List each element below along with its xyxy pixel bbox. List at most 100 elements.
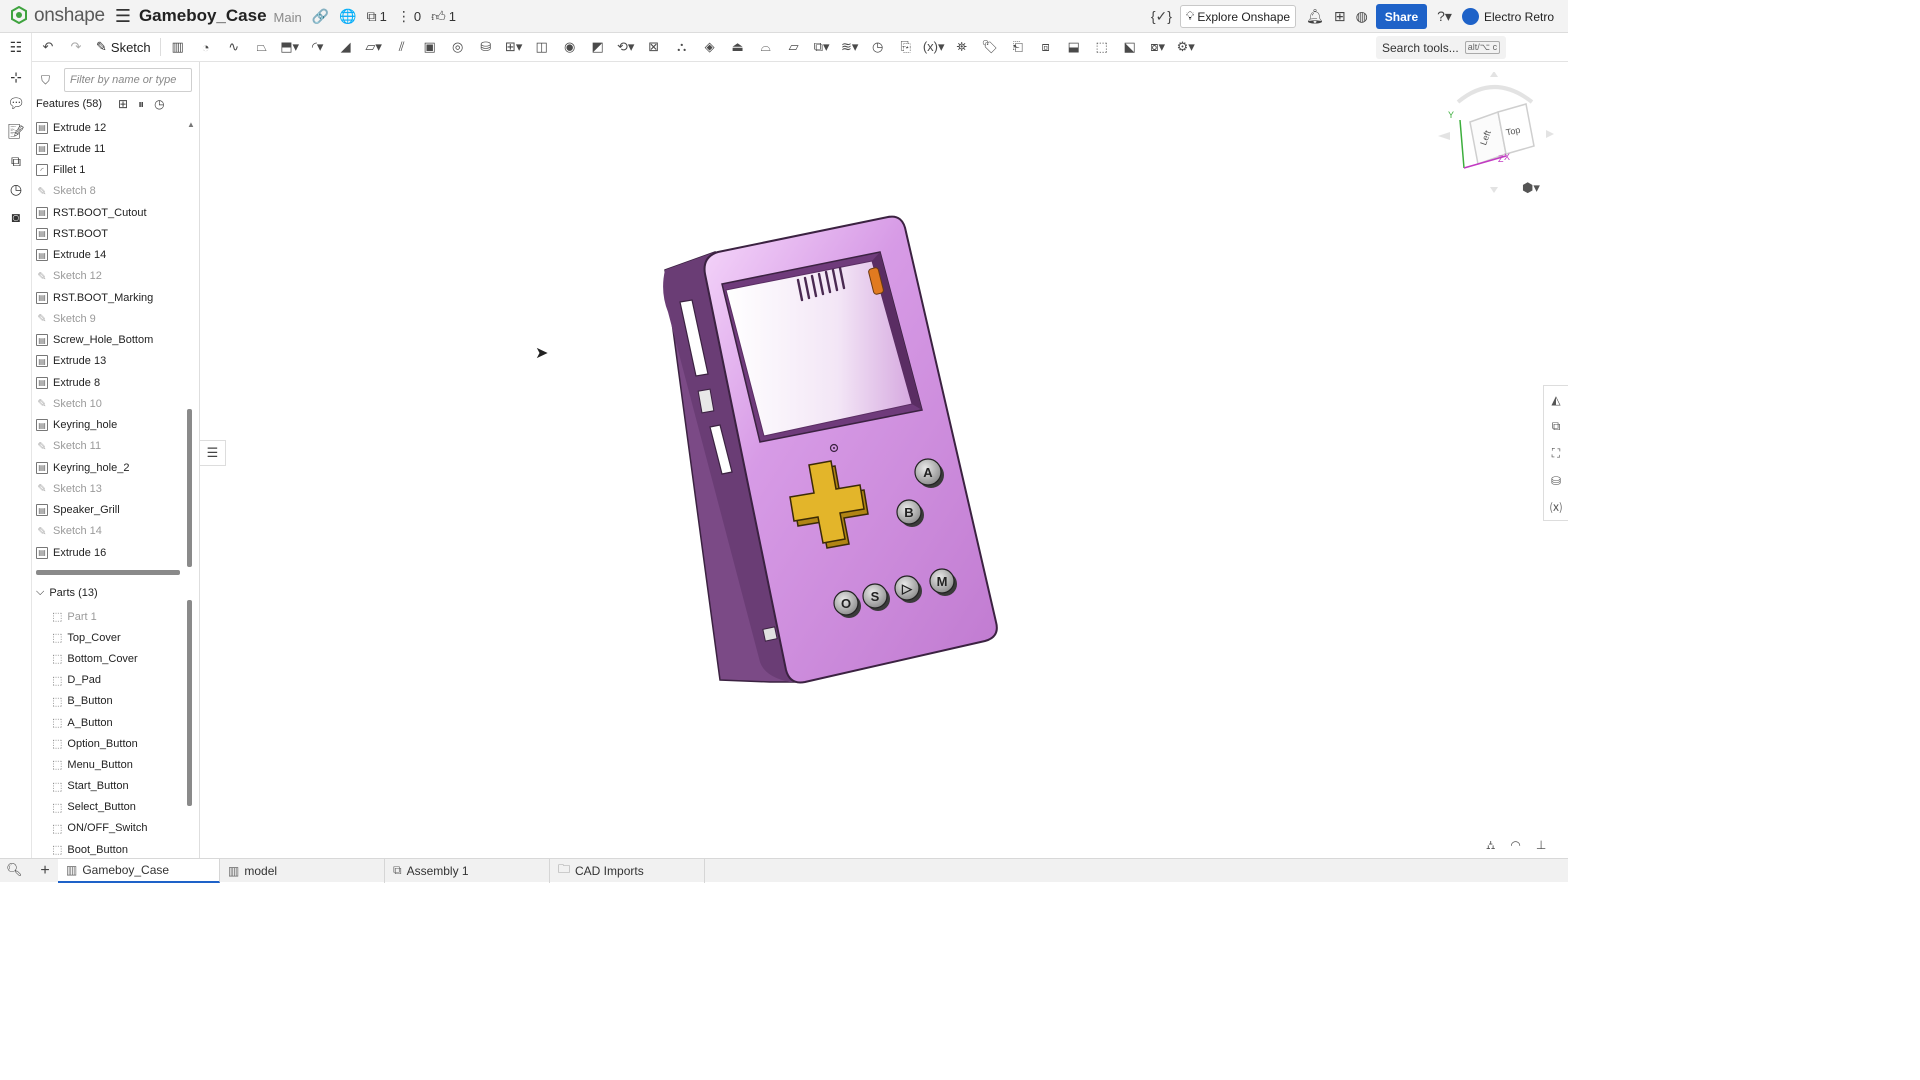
scroll-up-arrow[interactable]: ▲	[187, 120, 195, 129]
render-mode-icon[interactable]: ◠	[1510, 838, 1520, 854]
flange-icon[interactable]: ⬓	[1060, 35, 1088, 59]
replace-face-icon[interactable]: ◈	[696, 35, 724, 59]
mate-connector-icon[interactable]: ⧉▾	[808, 35, 836, 59]
timer-icon[interactable]: ◷	[154, 97, 164, 112]
configurations-icon[interactable]: ⛯	[948, 35, 976, 59]
feature-item[interactable]: ▤ Keyring_hole_2	[36, 457, 186, 478]
frame-icon[interactable]: ⧈	[1032, 35, 1060, 59]
versions-button[interactable]: ⧉ 1	[367, 8, 387, 25]
mirror-icon[interactable]: ◫	[528, 35, 556, 59]
part-item[interactable]: ⬚ Bottom_Cover	[52, 648, 182, 669]
chamfer-icon[interactable]: ◢	[332, 35, 360, 59]
branches-button[interactable]: ⋮ 0	[397, 8, 421, 25]
feature-item[interactable]: ▤ Extrude 8	[36, 372, 186, 393]
thicken-icon[interactable]: ⬒▾	[276, 35, 304, 59]
helix-icon[interactable]: ≋▾	[836, 35, 864, 59]
rib-icon[interactable]: ⫽	[388, 35, 416, 59]
part-item[interactable]: ⬚ Menu_Button	[52, 754, 182, 775]
feature-item[interactable]: ✎ Sketch 14	[36, 521, 186, 542]
feature-item[interactable]: ▤ RST.BOOT_Marking	[36, 287, 186, 308]
document-tab[interactable]: ▥ model	[220, 858, 385, 883]
learning-center-icon[interactable]: ◍	[1356, 8, 1368, 25]
pause-icon[interactable]: ⏸	[138, 97, 144, 112]
fillet-icon[interactable]: ◜▾	[304, 35, 332, 59]
feature-item[interactable]: ✎ Sketch 12	[36, 266, 186, 287]
boolean-icon[interactable]: ◉	[556, 35, 584, 59]
derived-icon[interactable]: ⬕	[1116, 35, 1144, 59]
part-item[interactable]: ⬚ D_Pad	[52, 670, 182, 691]
part-item[interactable]: ⬚ B_Button	[52, 691, 182, 712]
add-tab-button[interactable]: +	[32, 862, 58, 880]
variables-panel-icon[interactable]: ⒳	[1544, 494, 1568, 521]
revolve-icon[interactable]: ◔	[192, 35, 220, 59]
mass-properties-icon[interactable]: ⛁	[1544, 467, 1568, 494]
feature-item[interactable]: ▤ Extrude 16	[36, 542, 186, 563]
part-item[interactable]: ⬚ ON/OFF_Switch	[52, 818, 182, 839]
hole-icon[interactable]: ◎	[444, 35, 472, 59]
feature-item[interactable]: ▤ Extrude 14	[36, 245, 186, 266]
notes-icon[interactable]: 📝︎	[7, 123, 25, 141]
part-item[interactable]: ⬚ Option_Button	[52, 733, 182, 754]
search-tabs-icon[interactable]: 🔍︎	[6, 862, 23, 878]
feature-item[interactable]: ▤ Speaker_Grill	[36, 500, 186, 521]
feature-item[interactable]: ✎ Sketch 9	[36, 308, 186, 329]
part-item[interactable]: ⬚ Select_Button	[52, 797, 182, 818]
features-horizontal-scrollbar[interactable]	[36, 570, 180, 575]
document-tab[interactable]: 🗀 CAD Imports	[550, 858, 705, 883]
filter-input[interactable]: Filter by name or type	[64, 68, 192, 92]
features-scrollbar[interactable]	[187, 409, 192, 567]
explore-onshape-button[interactable]: 💡︎ Explore Onshape	[1179, 5, 1297, 28]
document-tab[interactable]: ⧉ Assembly 1	[385, 858, 550, 883]
settings-gear-icon[interactable]: ⚙▾	[1172, 35, 1200, 59]
configurations-panel-icon[interactable]: ⛶	[1544, 440, 1568, 467]
branch-label[interactable]: Main	[274, 10, 302, 25]
feature-item[interactable]: ▤ Extrude 12	[36, 117, 186, 138]
part-item[interactable]: ⬚ Top_Cover	[52, 627, 182, 648]
part-item[interactable]: ⬚ A_Button	[52, 712, 182, 733]
menu-icon[interactable]: ☰	[115, 6, 131, 27]
tag-icon[interactable]: 🏷︎	[976, 35, 1004, 59]
named-views-icon[interactable]: ⛼	[1486, 838, 1495, 854]
link-icon[interactable]: 🔗	[312, 8, 329, 25]
offset-surface-icon[interactable]: ⌓	[752, 35, 780, 59]
measure-icon[interactable]: ◷	[864, 35, 892, 59]
notification-bell-icon[interactable]: 🔔︎	[1306, 8, 1324, 25]
sweep-icon[interactable]: ∿	[220, 35, 248, 59]
history-icon[interactable]: ◷	[7, 181, 25, 199]
section-view-icon[interactable]: ⊥	[1536, 838, 1546, 854]
parts-scrollbar[interactable]	[187, 600, 192, 806]
sketch-button[interactable]: ✎ Sketch	[90, 39, 157, 55]
add-feature-icon[interactable]: ⊹	[7, 69, 25, 87]
split-icon[interactable]: ◩	[584, 35, 612, 59]
gameboy-case-model[interactable]: A B O S ▷ M	[200, 62, 1568, 858]
feature-item[interactable]: ▤ Screw_Hole_Bottom	[36, 330, 186, 351]
part-item[interactable]: ⬚ Start_Button	[52, 776, 182, 797]
modify-fillet-icon[interactable]: ⛬	[668, 35, 696, 59]
feature-item[interactable]: ✎ Sketch 13	[36, 478, 186, 499]
share-button[interactable]: Share	[1375, 4, 1428, 29]
section-icon[interactable]: ⎘	[892, 35, 920, 59]
feature-item[interactable]: ▤ Extrude 11	[36, 138, 186, 159]
onshape-logo[interactable]: onshape	[10, 5, 105, 27]
document-title[interactable]: Gameboy_Case	[139, 6, 267, 26]
globe-icon[interactable]: 🌐	[339, 8, 356, 25]
search-icon[interactable]: ◙	[7, 209, 25, 227]
help-icon[interactable]: ?▾	[1437, 8, 1452, 25]
transform-icon[interactable]: ⟲▾	[612, 35, 640, 59]
undo-icon[interactable]: ↶	[34, 35, 62, 59]
feature-item[interactable]: ▤ RST.BOOT_Cutout	[36, 202, 186, 223]
sheet-metal-icon[interactable]: ⎗	[1004, 35, 1032, 59]
variables-icon[interactable]: {✓}	[1151, 8, 1172, 25]
feature-item[interactable]: ▤ RST.BOOT	[36, 223, 186, 244]
plane-icon[interactable]: ▱	[780, 35, 808, 59]
parts-header[interactable]: ⌵ Parts (13)	[36, 586, 98, 599]
feature-item[interactable]: ✎ Sketch 8	[36, 181, 186, 202]
like-button[interactable]: 👍︎ 1	[431, 8, 456, 25]
loft-icon[interactable]: ⏢	[248, 35, 276, 59]
view-mode-dropdown[interactable]: ⬢▾	[1522, 180, 1540, 196]
move-face-icon[interactable]: ⏏	[724, 35, 752, 59]
document-tab[interactable]: ▥ Gameboy_Case	[58, 858, 220, 883]
parts-icon[interactable]: ⧉	[7, 153, 25, 171]
feature-item[interactable]: ▤ Keyring_hole	[36, 415, 186, 436]
draft-icon[interactable]: ⏥▾	[360, 35, 388, 59]
